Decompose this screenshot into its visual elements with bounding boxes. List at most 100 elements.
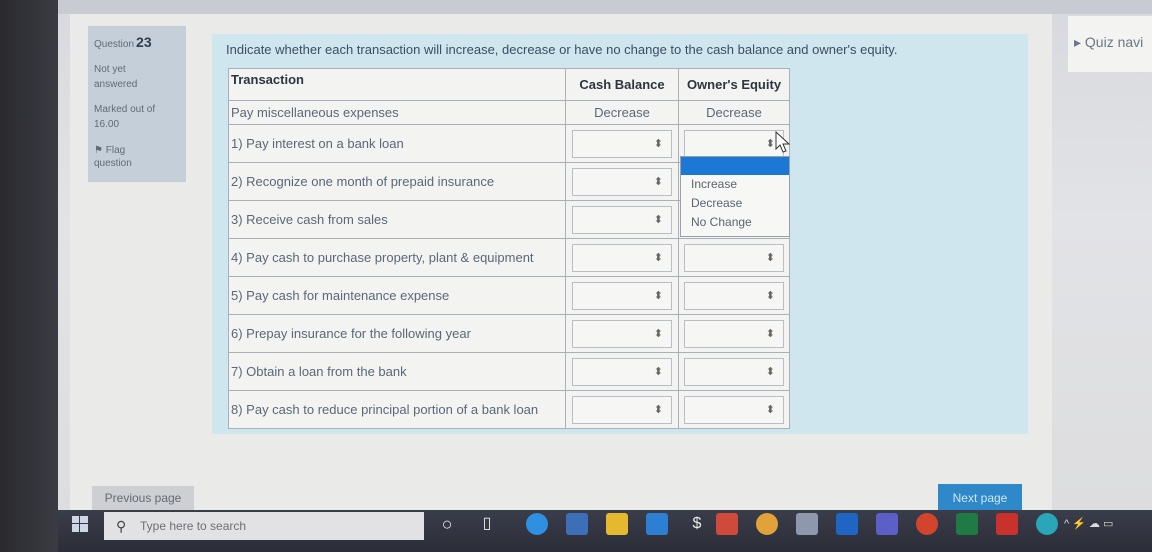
- header-owners-equity: Owner's Equity: [678, 68, 790, 101]
- flag-line-2: question: [94, 158, 132, 169]
- state-line-2: answered: [94, 79, 138, 90]
- task-view-icon[interactable]: ▯: [476, 513, 498, 535]
- owners-equity-select[interactable]: ⬍: [684, 243, 784, 272]
- next-page-button[interactable]: Next page: [938, 484, 1022, 512]
- mouse-cursor-icon: [775, 131, 791, 153]
- cash-balance-select[interactable]: ⬍: [572, 357, 672, 386]
- transaction-label: 5) Pay cash for maintenance expense: [228, 276, 566, 315]
- owners-equity-select[interactable]: ⬍: [684, 319, 784, 348]
- select-arrow-icon: ⬍: [653, 327, 663, 340]
- cash-balance-select[interactable]: ⬍: [572, 395, 672, 424]
- transaction-label: 3) Receive cash from sales: [228, 200, 566, 239]
- cash-balance-select[interactable]: ⬍: [572, 319, 672, 348]
- help-icon[interactable]: [1036, 513, 1058, 535]
- cash-balance-select[interactable]: ⬍: [572, 205, 672, 234]
- equity-cell: ⬍: [678, 352, 790, 391]
- transaction-label: 4) Pay cash to purchase property, plant …: [228, 238, 566, 277]
- question-label: Question: [94, 39, 135, 50]
- app-icon[interactable]: $: [686, 513, 708, 535]
- caret-right-icon: ▸: [1074, 34, 1085, 50]
- outlook-icon[interactable]: [836, 513, 858, 535]
- equity-cell: ⬍: [678, 276, 790, 315]
- cortana-icon[interactable]: ○: [436, 513, 458, 535]
- flag-icon: ⚑: [94, 145, 106, 156]
- select-arrow-icon: ⬍: [765, 403, 775, 416]
- equity-cell: ⬍: [678, 238, 790, 277]
- table-row: 7) Obtain a loan from the bank ⬍ ⬍: [228, 352, 790, 391]
- select-arrow-icon: ⬍: [765, 251, 775, 264]
- owners-equity-select[interactable]: ⬍: [684, 129, 784, 158]
- windows-start-icon[interactable]: [72, 516, 88, 532]
- option-no-change[interactable]: No Change: [681, 213, 789, 232]
- owners-equity-select[interactable]: ⬍: [684, 395, 784, 424]
- cash-cell: ⬍: [565, 200, 679, 239]
- cash-cell: ⬍: [565, 276, 679, 315]
- select-arrow-icon: ⬍: [653, 175, 663, 188]
- transaction-label: 8) Pay cash to reduce principal portion …: [228, 390, 566, 429]
- system-tray-icon[interactable]: ^ ⚡ ☁ ▭: [1064, 513, 1144, 535]
- transaction-label: 2) Recognize one month of prepaid insura…: [228, 162, 566, 201]
- taskbar-search-box[interactable]: ⚲ Type here to search: [104, 512, 424, 540]
- cash-cell: ⬍: [565, 390, 679, 429]
- table-row: 8) Pay cash to reduce principal portion …: [228, 390, 790, 429]
- screen: Question 23 Not yet answered Marked out of…: [58, 0, 1152, 552]
- table-header-row: Transaction Cash Balance Owner's Equity: [228, 68, 790, 101]
- store-icon[interactable]: [606, 513, 628, 535]
- state-line-1: Not yet: [94, 64, 126, 75]
- quiz-navigation-label: Quiz navi: [1084, 34, 1144, 50]
- equity-cell: ⬍: [678, 314, 790, 353]
- select-dropdown-list: Increase Decrease No Change: [680, 156, 790, 237]
- edge-icon[interactable]: [526, 513, 548, 535]
- question-grade: Marked out of 16.00: [94, 102, 182, 132]
- acrobat-icon[interactable]: [996, 513, 1018, 535]
- select-arrow-icon: ⬍: [653, 365, 663, 378]
- dropdown-blank-option[interactable]: [681, 157, 789, 175]
- equity-cell: ⬍: [678, 390, 790, 429]
- header-transaction: Transaction: [228, 68, 566, 101]
- search-icon: ⚲: [116, 518, 127, 534]
- example-cash: Decrease: [565, 100, 679, 125]
- excel-icon[interactable]: [956, 513, 978, 535]
- option-increase[interactable]: Increase: [681, 175, 789, 194]
- flag-question-link[interactable]: ⚑ Flag question: [94, 144, 174, 170]
- owners-equity-select[interactable]: ⬍: [684, 357, 784, 386]
- file-explorer-icon[interactable]: [566, 513, 588, 535]
- table-row: 5) Pay cash for maintenance expense ⬍ ⬍: [228, 276, 790, 315]
- previous-page-button[interactable]: Previous page: [92, 486, 194, 510]
- app-icon[interactable]: [756, 513, 778, 535]
- cash-balance-select[interactable]: ⬍: [572, 281, 672, 310]
- question-info: Question 23 Not yet answered Marked out of…: [88, 26, 186, 182]
- cash-balance-select[interactable]: ⬍: [572, 129, 672, 158]
- question-number-value: 23: [136, 34, 152, 50]
- flag-line-1: Flag: [105, 145, 126, 156]
- cash-cell: ⬍: [565, 162, 679, 201]
- transaction-label: 7) Obtain a loan from the bank: [228, 352, 566, 391]
- select-arrow-icon: ⬍: [653, 137, 663, 150]
- search-placeholder: Type here to search: [140, 519, 247, 533]
- example-transaction: Pay miscellaneous expenses: [228, 100, 566, 125]
- cash-balance-select[interactable]: ⬍: [572, 167, 672, 196]
- cash-balance-select[interactable]: ⬍: [572, 243, 672, 272]
- example-equity: Decrease: [678, 100, 790, 125]
- cash-cell: ⬍: [565, 314, 679, 353]
- mail-icon[interactable]: [646, 513, 668, 535]
- header-cash-balance: Cash Balance: [565, 68, 679, 101]
- owners-equity-select[interactable]: ⬍: [684, 281, 784, 310]
- question-number: Question 23: [94, 34, 152, 50]
- app-icon[interactable]: [796, 513, 818, 535]
- example-row: Pay miscellaneous expenses Decrease Decr…: [228, 100, 790, 125]
- select-arrow-icon: ⬍: [653, 251, 663, 264]
- select-arrow-icon: ⬍: [653, 289, 663, 302]
- teams-icon[interactable]: [876, 513, 898, 535]
- app-icon[interactable]: [716, 513, 738, 535]
- quiz-navigation-block[interactable]: ▸ Quiz navi: [1068, 16, 1152, 72]
- cash-cell: ⬍: [565, 352, 679, 391]
- transaction-table: Transaction Cash Balance Owner's Equity …: [228, 68, 790, 429]
- cash-cell: ⬍: [565, 124, 679, 163]
- option-decrease[interactable]: Decrease: [681, 194, 789, 213]
- select-arrow-icon: ⬍: [765, 365, 775, 378]
- powerpoint-icon[interactable]: [916, 513, 938, 535]
- cash-cell: ⬍: [565, 238, 679, 277]
- select-arrow-icon: ⬍: [765, 137, 775, 150]
- select-arrow-icon: ⬍: [653, 213, 663, 226]
